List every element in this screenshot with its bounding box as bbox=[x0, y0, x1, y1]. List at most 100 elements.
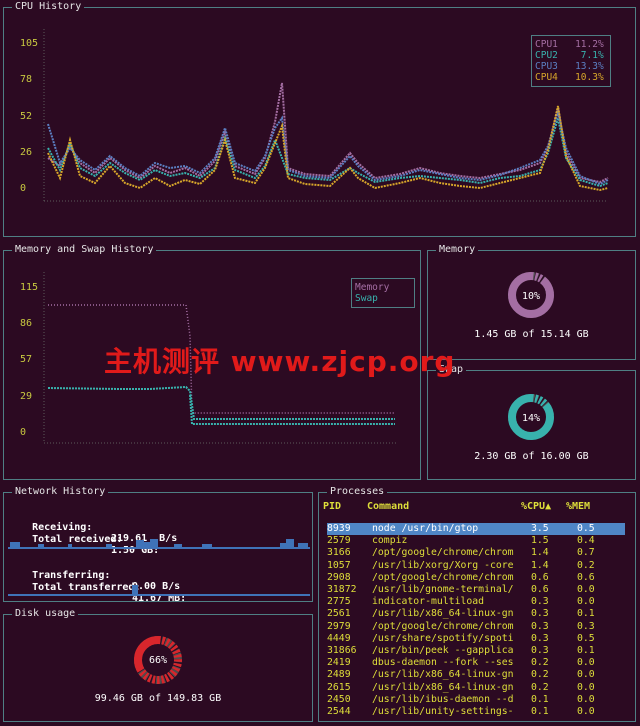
cpu-legend-name: CPU3 bbox=[535, 61, 558, 72]
cpu-legend-name: CPU2 bbox=[535, 50, 558, 61]
memory-history-title: Memory and Swap History bbox=[12, 244, 157, 256]
memory-title: Memory bbox=[436, 244, 479, 256]
cpu-legend-value: 11.2% bbox=[575, 39, 604, 50]
transferring-spike bbox=[132, 585, 138, 595]
cpu-legend-name: CPU4 bbox=[535, 72, 558, 83]
cpu-history-title: CPU History bbox=[12, 1, 85, 13]
process-pid: 2979 bbox=[327, 620, 351, 632]
memory-ytick: 86 bbox=[20, 318, 33, 329]
process-command: /usr/lib/unity-settings- bbox=[372, 706, 514, 717]
swap-percent: 14% bbox=[521, 413, 541, 424]
process-command: /usr/share/spotify/spoti bbox=[372, 632, 514, 644]
process-mem: 0.6 bbox=[577, 571, 595, 583]
memory-ytick: 0 bbox=[20, 427, 27, 438]
process-cpu: 1.4 bbox=[531, 547, 549, 559]
process-row[interactable]: 2561/usr/lib/x86_64-linux-gn 0.3 0.1 bbox=[327, 608, 625, 620]
process-row[interactable]: 4449/usr/share/spotify/spoti 0.3 0.5 bbox=[327, 633, 625, 645]
process-cpu: 0.2 bbox=[531, 681, 549, 693]
receiving-spike bbox=[136, 540, 144, 548]
process-row[interactable]: 8939 node /usr/bin/gtop 3.5 0.5 bbox=[327, 523, 625, 535]
process-row[interactable]: 2544/usr/lib/unity-settings- 0.1 0.0 bbox=[327, 706, 625, 718]
process-command: /usr/lib/x86_64-linux-gn bbox=[372, 608, 514, 620]
memory-legend: Memory Swap bbox=[351, 278, 415, 308]
col-header-pid[interactable]: PID bbox=[323, 501, 341, 512]
process-pid: 1057 bbox=[327, 559, 351, 571]
receiving-baseline bbox=[8, 547, 310, 549]
process-row[interactable]: 1057/usr/lib/xorg/Xorg -core 1.4 0.2 bbox=[327, 560, 625, 572]
process-cpu: 0.2 bbox=[531, 669, 549, 681]
process-command: /usr/lib/x86_64-linux-gn bbox=[372, 681, 514, 693]
process-mem: 0.4 bbox=[577, 535, 595, 547]
process-mem: 0.5 bbox=[577, 523, 595, 534]
process-row[interactable]: 2450/usr/lib/ibus-daemon --d 0.1 0.0 bbox=[327, 694, 625, 706]
process-cpu: 0.2 bbox=[531, 657, 549, 669]
process-mem: 0.0 bbox=[577, 693, 595, 705]
process-cpu: 0.3 bbox=[531, 596, 549, 608]
cpu-ytick: 78 bbox=[20, 74, 33, 85]
receiving-spike bbox=[202, 544, 212, 548]
process-pid: 2450 bbox=[327, 693, 351, 705]
cpu-ytick: 105 bbox=[20, 38, 39, 49]
process-row[interactable]: 2775 indicator-multiload 0.3 0.0 bbox=[327, 596, 625, 608]
receiving-spike bbox=[68, 544, 72, 548]
process-mem: 0.0 bbox=[577, 596, 595, 608]
process-command: /usr/lib/xorg/Xorg -core bbox=[372, 559, 514, 571]
receiving-spike bbox=[10, 542, 20, 548]
process-row[interactable]: 31872/usr/lib/gnome-terminal/0.6 0.0 bbox=[327, 584, 625, 596]
memory-panel: Memory 10% 1.45 GB of 15.14 GB bbox=[427, 244, 636, 360]
process-pid: 2908 bbox=[327, 571, 351, 583]
process-row[interactable]: 2979/opt/google/chrome/chrom 0.3 0.3 bbox=[327, 621, 625, 633]
receiving-spike bbox=[298, 543, 308, 548]
process-command: /usr/lib/ibus-daemon --d bbox=[372, 693, 514, 705]
process-row[interactable]: 2615/usr/lib/x86_64-linux-gn 0.2 0.0 bbox=[327, 682, 625, 694]
cpu-legend-entry: CPU2 7.1% bbox=[535, 50, 607, 61]
memory-ytick: 29 bbox=[20, 391, 33, 402]
process-command: indicator-multiload bbox=[372, 596, 485, 608]
processes-title: Processes bbox=[327, 486, 388, 498]
receiving-sparkline bbox=[8, 539, 310, 549]
processes-panel: Processes PID Command %CPU▲ %MEM 8939 nod… bbox=[318, 486, 636, 722]
receiving-spike bbox=[286, 539, 294, 548]
process-mem: 0.1 bbox=[577, 608, 595, 620]
process-cpu: 3.5 bbox=[531, 523, 549, 534]
cpu-legend-entry: CPU3 13.3% bbox=[535, 61, 607, 72]
process-cpu: 0.3 bbox=[531, 608, 549, 620]
network-title: Network History bbox=[12, 486, 109, 498]
receiving-spike bbox=[174, 544, 182, 548]
cpu-ytick: 52 bbox=[20, 111, 33, 122]
process-command: dbus-daemon --fork --ses bbox=[372, 657, 514, 669]
process-mem: 0.0 bbox=[577, 669, 595, 681]
process-row[interactable]: 2419 dbus-daemon --fork --ses 0.2 0.0 bbox=[327, 657, 625, 669]
swap-panel: Swap 14% 2.30 GB of 16.00 GB bbox=[427, 364, 636, 480]
process-command: node /usr/bin/gtop bbox=[372, 523, 479, 534]
process-pid: 31872 bbox=[327, 584, 357, 595]
process-mem: 0.3 bbox=[577, 620, 595, 632]
process-row[interactable]: 31866/usr/bin/peek --gapplica 0.3 0.1 bbox=[327, 645, 625, 657]
receiving-spike bbox=[280, 543, 286, 548]
transferring-baseline bbox=[8, 594, 310, 596]
cpu-legend-value: 7.1% bbox=[580, 50, 604, 61]
col-header-cpu[interactable]: %CPU▲ bbox=[521, 501, 551, 512]
process-row[interactable]: 2579 compiz 1.5 0.4 bbox=[327, 535, 625, 547]
col-header-command[interactable]: Command bbox=[367, 501, 409, 512]
process-mem: 0.0 bbox=[577, 681, 595, 693]
cpu-history-panel: CPU History 105 78 52 26 0 CPU1 11.2% CP… bbox=[3, 1, 636, 237]
process-pid: 2579 bbox=[327, 535, 351, 547]
cpu-ytick: 0 bbox=[20, 183, 27, 194]
process-row[interactable]: 2908/opt/google/chrome/chrom 0.6 0.6 bbox=[327, 572, 625, 584]
cpu3-series-line bbox=[47, 109, 609, 186]
process-mem: 0.0 bbox=[577, 706, 595, 717]
disk-title: Disk usage bbox=[12, 608, 79, 620]
process-row[interactable]: 2489/usr/lib/x86_64-linux-gn 0.2 0.0 bbox=[327, 669, 625, 681]
memory-legend-entry: Memory bbox=[355, 282, 390, 293]
process-cpu: 0.3 bbox=[531, 632, 549, 644]
process-row[interactable]: 3166/opt/google/chrome/chrom 1.4 0.7 bbox=[327, 547, 625, 559]
process-pid: 2775 bbox=[327, 596, 351, 608]
process-cpu: 0.3 bbox=[531, 620, 549, 632]
col-header-mem[interactable]: %MEM bbox=[566, 501, 590, 512]
process-pid: 2544 bbox=[327, 706, 351, 717]
process-pid: 2419 bbox=[327, 657, 351, 669]
memory-detail: 1.45 GB of 15.14 GB bbox=[474, 329, 589, 340]
process-cpu: 0.1 bbox=[531, 693, 549, 705]
process-pid: 4449 bbox=[327, 632, 351, 644]
